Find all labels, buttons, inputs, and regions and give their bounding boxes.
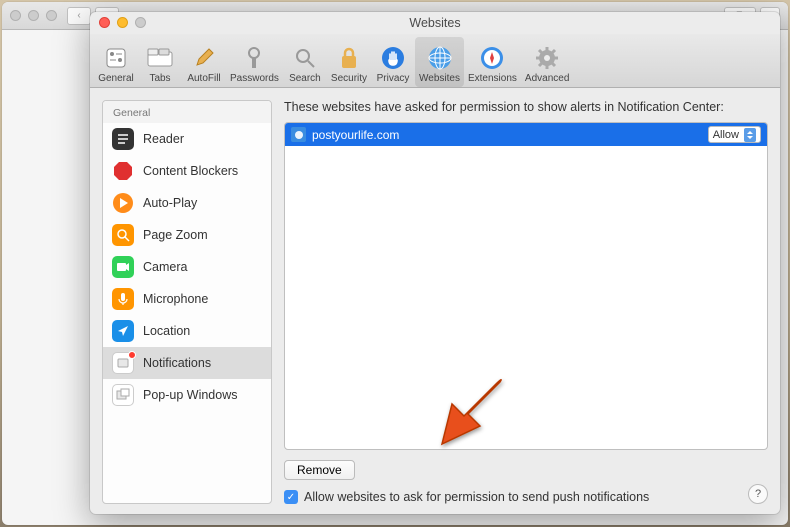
toolbar-general[interactable]: General: [94, 37, 138, 87]
sidebar-item-page-zoom[interactable]: Page Zoom: [103, 219, 271, 251]
key-icon: [240, 44, 268, 72]
compass-icon: [478, 44, 506, 72]
sidebar-header: General: [103, 101, 271, 123]
toolbar-websites[interactable]: Websites: [415, 37, 464, 87]
site-name: postyourlife.com: [312, 128, 702, 142]
main-panel: These websites have asked for permission…: [284, 100, 768, 504]
toolbar-extensions[interactable]: Extensions: [464, 37, 521, 87]
outer-zoom-icon: [46, 10, 57, 21]
globe-icon: [426, 44, 454, 72]
toolbar-search[interactable]: Search: [283, 37, 327, 87]
sidebar-item-auto-play[interactable]: Auto-Play: [103, 187, 271, 219]
lock-icon: [335, 44, 363, 72]
tabs-icon: [146, 44, 174, 72]
switches-icon: [102, 44, 130, 72]
sidebar-item-location[interactable]: Location: [103, 315, 271, 347]
sidebar-label: Auto-Play: [143, 196, 197, 210]
sidebar-label: Page Zoom: [143, 228, 208, 242]
sidebar-label: Camera: [143, 260, 187, 274]
remove-button[interactable]: Remove: [284, 460, 355, 480]
badge-icon: [128, 351, 136, 359]
sidebar-item-content-blockers[interactable]: Content Blockers: [103, 155, 271, 187]
sidebar-label: Pop-up Windows: [143, 388, 238, 402]
sidebar-label: Location: [143, 324, 190, 338]
toolbar-advanced[interactable]: Advanced: [521, 37, 573, 87]
window-title: Websites: [409, 16, 460, 30]
outer-minimize-icon: [28, 10, 39, 21]
sidebar: General Reader Content Blockers Auto-Pla…: [102, 100, 272, 504]
hand-icon: [379, 44, 407, 72]
zoom-icon: [112, 224, 134, 246]
help-button[interactable]: ?: [748, 484, 768, 504]
permission-select[interactable]: Allow: [708, 126, 761, 143]
preferences-window: Websites General Tabs AutoFill Passwords…: [90, 12, 780, 514]
zoom-button: [135, 17, 146, 28]
sidebar-item-reader[interactable]: Reader: [103, 123, 271, 155]
checkbox-label: Allow websites to ask for permission to …: [304, 490, 649, 504]
site-list[interactable]: postyourlife.com Allow: [284, 122, 768, 450]
stop-icon: [112, 160, 134, 182]
site-row[interactable]: postyourlife.com Allow: [285, 123, 767, 146]
back-button[interactable]: ‹: [67, 7, 91, 25]
sidebar-label: Reader: [143, 132, 184, 146]
search-icon: [291, 44, 319, 72]
location-icon: [112, 320, 134, 342]
minimize-button[interactable]: [117, 17, 128, 28]
site-favicon-icon: [291, 127, 306, 142]
outer-close-icon: [10, 10, 21, 21]
sidebar-label: Content Blockers: [143, 164, 238, 178]
sidebar-label: Notifications: [143, 356, 211, 370]
allow-ask-checkbox[interactable]: ✓: [284, 490, 298, 504]
sidebar-item-popup-windows[interactable]: Pop-up Windows: [103, 379, 271, 411]
sidebar-item-notifications[interactable]: Notifications: [103, 347, 271, 379]
toolbar-passwords[interactable]: Passwords: [226, 37, 283, 87]
microphone-icon: [112, 288, 134, 310]
preferences-toolbar: General Tabs AutoFill Passwords Search S…: [90, 34, 780, 88]
toolbar-privacy[interactable]: Privacy: [371, 37, 415, 87]
popup-icon: [112, 384, 134, 406]
pencil-icon: [190, 44, 218, 72]
chevron-updown-icon: [744, 128, 756, 142]
close-button[interactable]: [99, 17, 110, 28]
sidebar-label: Microphone: [143, 292, 208, 306]
play-icon: [112, 192, 134, 214]
sidebar-item-microphone[interactable]: Microphone: [103, 283, 271, 315]
gear-icon: [533, 44, 561, 72]
sidebar-item-camera[interactable]: Camera: [103, 251, 271, 283]
toolbar-tabs[interactable]: Tabs: [138, 37, 182, 87]
toolbar-autofill[interactable]: AutoFill: [182, 37, 226, 87]
camera-icon: [112, 256, 134, 278]
description-text: These websites have asked for permission…: [284, 100, 768, 114]
reader-icon: [112, 128, 134, 150]
toolbar-security[interactable]: Security: [327, 37, 371, 87]
titlebar: Websites: [90, 12, 780, 34]
